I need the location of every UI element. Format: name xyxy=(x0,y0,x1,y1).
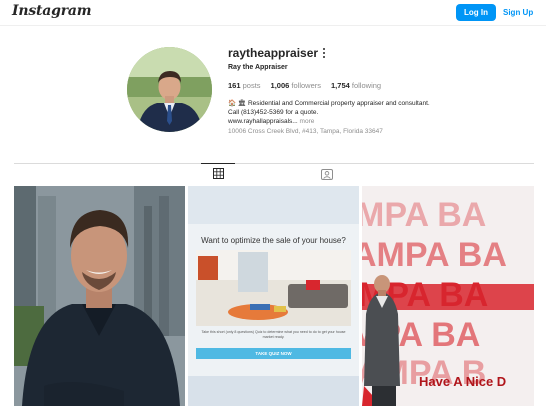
tabs-divider xyxy=(14,163,534,164)
followers-label: followers xyxy=(291,81,322,90)
svg-text:MPA BA: MPA BA xyxy=(362,196,486,234)
tampa-bay-wall-art: MPA BA AMPA BA MPA BA MPA BA AMPA B xyxy=(362,186,534,406)
followers-stat[interactable]: 1,006 followers xyxy=(271,81,321,90)
svg-text:AMPA BA: AMPA BA xyxy=(362,236,507,274)
profile-full-name: Ray the Appraiser xyxy=(228,64,288,71)
bio-text: 🏠 🏛 Residential and Commercial property … xyxy=(228,100,430,117)
quiz-background xyxy=(188,186,359,406)
profile-address: 10006 Cross Creek Blvd, #413, Tampa, Flo… xyxy=(228,128,383,135)
log-in-button[interactable]: Log In xyxy=(456,4,496,21)
post-thumbnail-portrait[interactable] xyxy=(14,186,185,406)
avatar-photo xyxy=(127,47,212,132)
banner-caption: Have A Nice D xyxy=(419,374,507,389)
posts-label: posts xyxy=(242,81,261,90)
tab-tagged[interactable] xyxy=(310,166,344,182)
post-thumbnail-tampa-banner[interactable]: MPA BA AMPA BA MPA BA MPA BA AMPA B Have… xyxy=(362,186,534,406)
sign-up-link[interactable]: Sign Up xyxy=(503,4,533,21)
posts-stat: 161 posts xyxy=(228,81,261,90)
instagram-logo[interactable]: Instagram xyxy=(12,3,92,19)
take-quiz-button[interactable]: TAKE QUIZ NOW xyxy=(196,348,351,359)
following-stat[interactable]: 1,754 following xyxy=(331,81,381,90)
post-thumbnail-quiz[interactable]: Want to optimize the sale of your house?… xyxy=(188,186,359,406)
quiz-description: Take this short (only 8 questions) Quiz … xyxy=(201,330,346,339)
profile-username: raytheappraiser xyxy=(228,46,319,60)
posts-count: 161 xyxy=(228,81,241,90)
profile-avatar[interactable] xyxy=(127,47,212,132)
instagram-profile-page: Instagram Log In Sign Up raytheappraiser… xyxy=(0,0,546,411)
following-count: 1,754 xyxy=(331,81,350,90)
quiz-headline: Want to optimize the sale of your house? xyxy=(201,236,346,245)
posts-grid: Want to optimize the sale of your house?… xyxy=(14,186,534,406)
grid-icon xyxy=(212,167,224,179)
following-label: following xyxy=(351,81,382,90)
portrait-photo xyxy=(14,186,185,406)
profile-stats: 161 posts 1,006 followers 1,754 followin… xyxy=(228,81,381,90)
followers-count: 1,006 xyxy=(270,81,290,90)
more-options-icon[interactable] xyxy=(321,47,327,59)
top-nav-bar: Instagram Log In Sign Up xyxy=(0,0,546,26)
bio-link[interactable]: www.rayhallappraisals... xyxy=(228,118,298,125)
bio-more-link[interactable]: more xyxy=(300,118,315,125)
tab-posts[interactable] xyxy=(201,163,235,182)
profile-bio: 🏠 🏛 Residential and Commercial property … xyxy=(228,99,438,127)
tagged-icon xyxy=(321,168,333,180)
